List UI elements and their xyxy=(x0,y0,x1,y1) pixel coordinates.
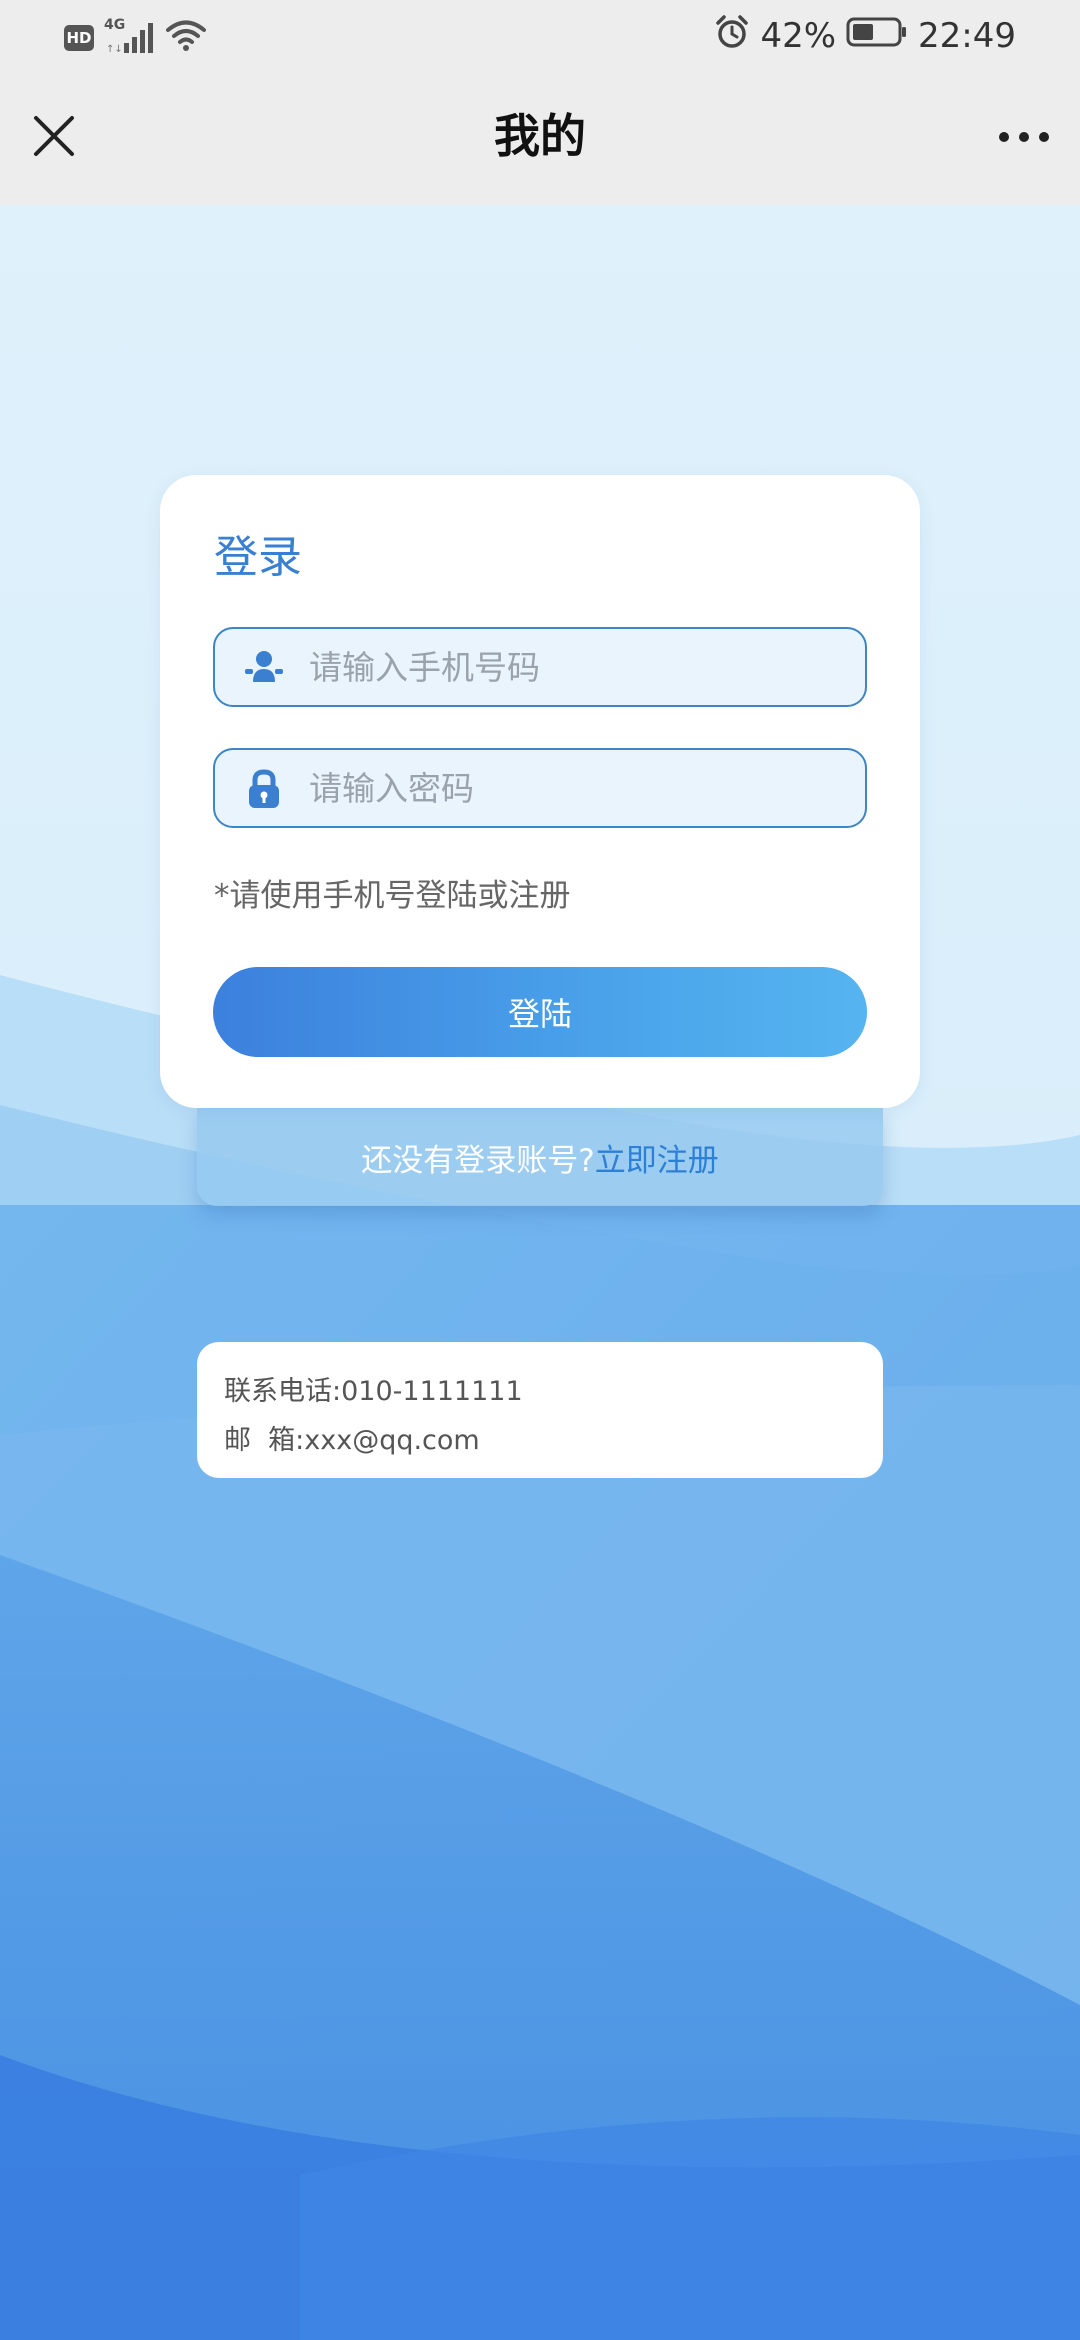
register-question: 还没有登录账号? xyxy=(361,1142,595,1179)
contact-card: 联系电话:010-1111111 邮 箱:xxx@qq.com xyxy=(197,1342,883,1478)
status-left: HD 4G ↑↓ xyxy=(64,17,206,58)
contact-email-value: xxx@qq.com xyxy=(304,1425,480,1456)
register-link[interactable]: 立即注册 xyxy=(595,1135,719,1180)
title-bar: 我的 xyxy=(0,75,1080,205)
svg-text:↑↓: ↑↓ xyxy=(106,44,123,55)
login-button[interactable]: 登陆 xyxy=(213,967,867,1057)
battery-percent: 42% xyxy=(760,16,837,56)
phone-field[interactable] xyxy=(213,627,867,707)
user-icon xyxy=(243,647,285,689)
phone-input[interactable] xyxy=(309,629,849,705)
contact-phone-value: 010-1111111 xyxy=(341,1376,523,1407)
cellular-signal-icon: 4G ↑↓ xyxy=(104,17,156,55)
password-input[interactable] xyxy=(309,750,849,826)
login-title: 登录 xyxy=(214,532,302,583)
status-bar: HD 4G ↑↓ 42% 22:49 xyxy=(0,0,1080,75)
contact-email-label: 邮 箱: xyxy=(224,1425,305,1456)
more-dots-icon xyxy=(999,132,1049,142)
contact-phone-label: 联系电话: xyxy=(224,1376,342,1407)
login-hint: *请使用手机号登陆或注册 xyxy=(214,878,571,914)
status-right: 42% 22:49 xyxy=(714,14,1016,58)
wifi-icon xyxy=(166,19,206,57)
alarm-icon xyxy=(714,14,750,59)
contact-email: 邮 箱:xxx@qq.com xyxy=(224,1418,480,1457)
battery-icon xyxy=(846,16,908,57)
register-prompt: 还没有登录账号? 立即注册 xyxy=(197,1108,883,1206)
contact-phone: 联系电话:010-1111111 xyxy=(224,1369,523,1408)
login-card: 登录 *请使用 xyxy=(160,475,920,1108)
lock-icon xyxy=(243,768,285,810)
page-title: 我的 xyxy=(494,109,586,163)
clock-time: 22:49 xyxy=(918,16,1016,56)
more-button[interactable] xyxy=(994,115,1054,159)
password-field[interactable] xyxy=(213,748,867,828)
page: HD 4G ↑↓ 42% 22:49 我的 登录 请输入手机号码 *请使用手机号… xyxy=(0,0,1080,2340)
hd-icon: HD xyxy=(64,25,94,51)
